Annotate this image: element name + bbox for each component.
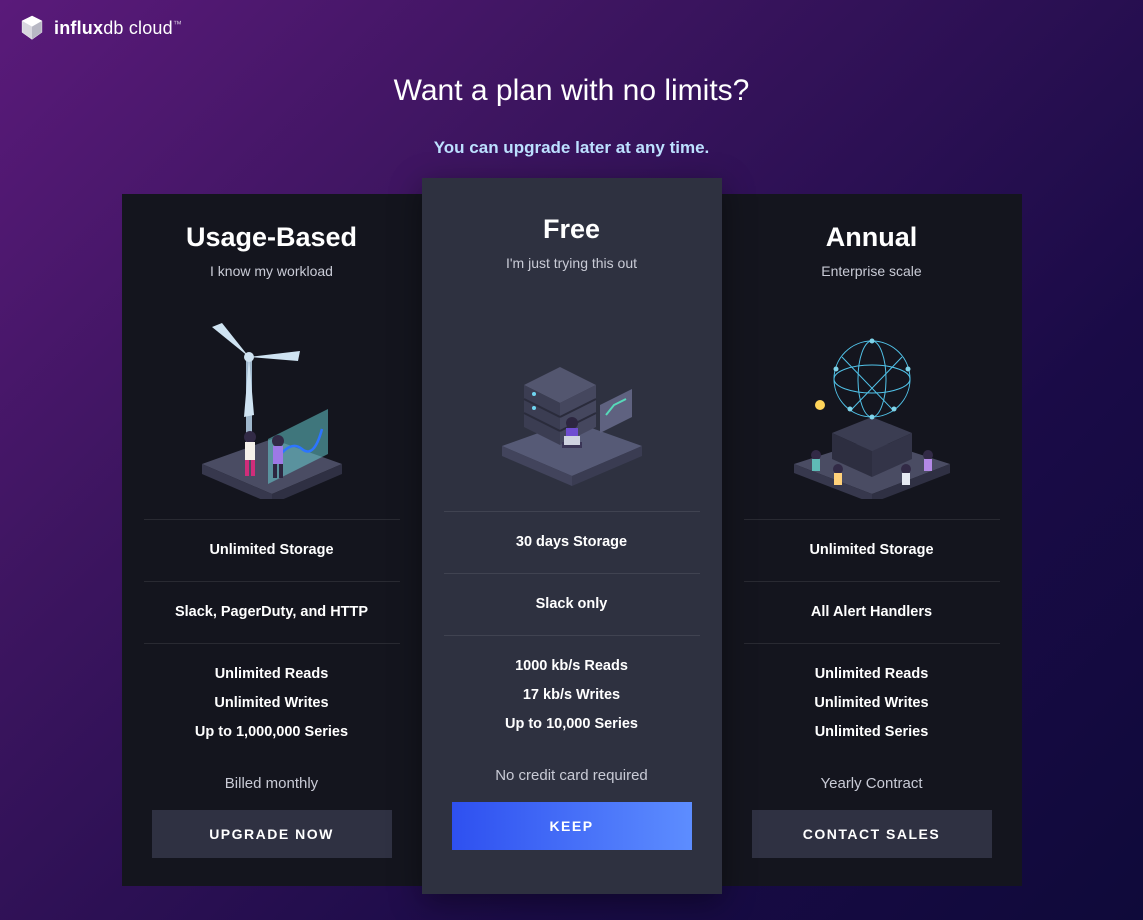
plan-tagline: Enterprise scale — [821, 263, 921, 279]
plan-illustration-annual — [744, 289, 1000, 519]
upgrade-now-button[interactable]: UPGRADE NOW — [152, 810, 392, 858]
plan-title: Free — [543, 214, 600, 245]
plan-card-annual: Annual Enterprise scale — [722, 194, 1022, 886]
logo-bar: influxdb cloud™ — [0, 0, 1143, 56]
feature-group: Slack, PagerDuty, and HTTP — [144, 581, 400, 643]
feature-line: All Alert Handlers — [744, 598, 1000, 627]
plan-card-free: Free I'm just trying this out — [422, 178, 722, 894]
logo-icon — [18, 14, 46, 42]
page-subtitle: You can upgrade later at any time. — [0, 138, 1143, 158]
hero: Want a plan with no limits? You can upgr… — [0, 74, 1143, 158]
feature-line: Up to 1,000,000 Series — [144, 718, 400, 747]
feature-group: All Alert Handlers — [744, 581, 1000, 643]
plan-title: Annual — [826, 222, 918, 253]
plan-title: Usage-Based — [186, 222, 357, 253]
feature-line: Unlimited Reads — [144, 660, 400, 689]
plan-tagline: I'm just trying this out — [506, 255, 637, 271]
feature-group: Unlimited Reads Unlimited Writes Unlimit… — [744, 643, 1000, 763]
feature-line: Unlimited Writes — [744, 689, 1000, 718]
logo-text: influxdb cloud™ — [54, 18, 182, 39]
billing-note: Yearly Contract — [821, 763, 923, 810]
feature-line: 1000 kb/s Reads — [444, 652, 700, 681]
feature-group: Unlimited Storage — [144, 519, 400, 581]
feature-line: Unlimited Reads — [744, 660, 1000, 689]
plan-card-usage: Usage-Based I know my workload — [122, 194, 422, 886]
feature-group: Unlimited Reads Unlimited Writes Up to 1… — [144, 643, 400, 763]
feature-line: Unlimited Storage — [744, 536, 1000, 565]
feature-line: Unlimited Writes — [144, 689, 400, 718]
feature-line: 30 days Storage — [444, 528, 700, 557]
plan-illustration-usage — [144, 289, 400, 519]
feature-line: Slack only — [444, 590, 700, 619]
feature-group: 1000 kb/s Reads 17 kb/s Writes Up to 10,… — [444, 635, 700, 755]
contact-sales-button[interactable]: CONTACT SALES — [752, 810, 992, 858]
keep-button[interactable]: KEEP — [452, 802, 692, 850]
page-title: Want a plan with no limits? — [0, 74, 1143, 108]
feature-line: 17 kb/s Writes — [444, 681, 700, 710]
billing-note: Billed monthly — [225, 763, 318, 810]
feature-line: Up to 10,000 Series — [444, 710, 700, 739]
feature-group: Unlimited Storage — [744, 519, 1000, 581]
feature-group: 30 days Storage — [444, 511, 700, 573]
feature-line: Unlimited Storage — [144, 536, 400, 565]
plan-illustration-free — [444, 281, 700, 511]
feature-line: Unlimited Series — [744, 718, 1000, 747]
feature-group: Slack only — [444, 573, 700, 635]
billing-note: No credit card required — [495, 755, 648, 802]
plans-row: Usage-Based I know my workload — [0, 194, 1143, 894]
feature-line: Slack, PagerDuty, and HTTP — [144, 598, 400, 627]
plan-tagline: I know my workload — [210, 263, 333, 279]
